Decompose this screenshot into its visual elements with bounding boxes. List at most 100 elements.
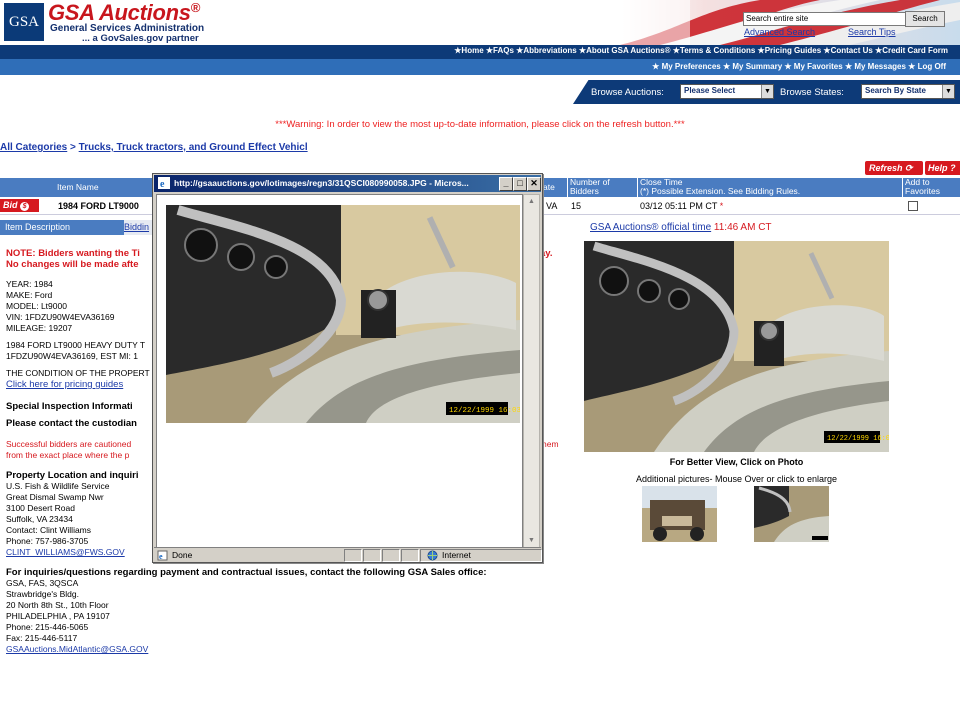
primary-nav: ★Home ★FAQs ★Abbreviations ★About GSA Au… [0, 45, 960, 59]
gsa-logo[interactable]: GSA [4, 3, 44, 41]
close-button[interactable]: ✕ [527, 177, 541, 191]
bid-icon: $ [20, 202, 30, 211]
row-item-name[interactable]: 1984 FORD LT9000 [58, 201, 139, 211]
add-to-favorites-checkbox[interactable] [908, 201, 918, 211]
row-close-mark: * [719, 201, 724, 211]
popup-photo-timestamp: 12/22/1999 16:03 [449, 407, 520, 415]
help-button[interactable]: Help ? [925, 161, 960, 175]
image-popup-window[interactable]: e http://gsaauctions.gov/lotimages/regn3… [152, 173, 543, 563]
refresh-button[interactable]: Refresh ⟳ [865, 161, 923, 175]
browse-auctions-label: Browse Auctions: [591, 87, 664, 98]
official-time: GSA Auctions® official time 11:46 AM CT [590, 222, 772, 233]
popup-truck-photo[interactable]: 12/22/1999 16:03 [166, 205, 520, 423]
better-view-caption: For Better View, Click on Photo [669, 457, 804, 467]
cautioned-line1: Successful bidders are cautioned [6, 439, 132, 449]
chevron-down-icon: ▼ [942, 85, 954, 98]
nav-link[interactable]: My Messages [854, 62, 908, 71]
popup-title: http://gsaauctions.gov/lotimages/regn3/3… [174, 178, 469, 188]
note-extension: NOTE: Bidders wanting the Ti [6, 248, 140, 259]
primary-nav-links: ★Home ★FAQs ★Abbreviations ★About GSA Au… [454, 46, 948, 55]
nav-link[interactable]: Home [461, 46, 485, 55]
sales-office-heading: For inquiries/questions regarding paymen… [6, 567, 487, 578]
row-close-time: 03/12 05:11 PM CT * [640, 201, 723, 211]
page-done-icon: e [157, 550, 168, 561]
svg-text:e: e [160, 179, 165, 189]
nav-separator-icon: ★ [844, 62, 855, 71]
refresh-warning: ***Warning: In order to view the most up… [275, 119, 685, 130]
condition-text: THE CONDITION OF THE PROPERT [6, 368, 150, 378]
official-time-link[interactable]: GSA Auctions® official time [590, 222, 711, 233]
cautioned-line1-tail: hem [542, 439, 559, 449]
nav-link[interactable]: Terms & Conditions [680, 46, 758, 55]
tab-item-description[interactable]: Item Description [0, 220, 127, 235]
thumbnail-truck-rear[interactable] [642, 486, 717, 542]
scroll-down-icon[interactable]: ▼ [524, 534, 539, 548]
spec-year: YEAR: 1984 [6, 279, 53, 289]
nav-link[interactable]: Contact Us [831, 46, 875, 55]
browse-auctions-select[interactable]: Please Select ▼ [680, 84, 774, 99]
site-header: GSA GSA Auctions® General Services Admin… [0, 0, 960, 45]
spec-make: MAKE: Ford [6, 290, 53, 300]
breadcrumb-all-categories[interactable]: All Categories [0, 142, 67, 153]
maximize-button[interactable]: □ [513, 177, 527, 191]
search-tips-link[interactable]: Search Tips [848, 27, 896, 37]
nav-link[interactable]: My Favorites [794, 62, 845, 71]
nav-link[interactable]: Log Off [918, 62, 946, 71]
photo-timestamp: 12/22/1999 16:03 [827, 435, 889, 443]
nav-link[interactable]: Pricing Guides [765, 46, 824, 55]
thumbnail-truck-interior[interactable] [754, 486, 829, 542]
minimize-button[interactable]: _ [499, 177, 513, 191]
refresh-label: Refresh [869, 163, 903, 173]
sales-office-line: PHILADELPHIA , PA 19107 [6, 611, 110, 621]
cautioned-line2: from the exact place where the p [6, 450, 130, 460]
location-line: Suffolk, VA 23434 [6, 514, 73, 524]
breadcrumb: All Categories > Trucks, Truck tractors,… [0, 142, 308, 153]
globe-icon [427, 550, 438, 561]
location-line: Contact: Clint Williams [6, 525, 92, 535]
bid-label: Bid [3, 200, 18, 210]
status-pane [401, 549, 419, 562]
scroll-up-icon[interactable]: ▲ [524, 195, 539, 209]
advanced-search-link[interactable]: Advanced Search [744, 27, 815, 37]
search-button[interactable]: Search [905, 11, 945, 27]
contact-email-link[interactable]: CLINT_WILLIAMS@FWS.GOV [6, 547, 125, 558]
help-icon: ? [950, 163, 956, 173]
main-truck-photo[interactable]: 12/22/1999 16:03 [584, 241, 889, 452]
refresh-icon: ⟳ [905, 163, 913, 173]
browse-states-select[interactable]: Search By State ▼ [861, 84, 955, 99]
nav-link[interactable]: My Summary [732, 62, 784, 71]
nav-separator-icon: ★ [722, 62, 733, 71]
breadcrumb-category[interactable]: Trucks, Truck tractors, and Ground Effec… [79, 142, 308, 153]
pricing-guides-link[interactable]: Click here for pricing guides [6, 379, 123, 390]
browse-states-value: Search By State [865, 86, 926, 95]
nav-separator-icon: ★ [757, 46, 765, 55]
sales-office-line: Fax: 215-446-5117 [6, 633, 78, 643]
spec-mileage: MILEAGE: 19207 [6, 323, 73, 333]
nav-link[interactable]: Credit Card Form [882, 46, 948, 55]
svg-text:e: e [159, 552, 163, 561]
note-changes: No changes will be made afte [6, 259, 139, 270]
custodian-text: Please contact the custodian [6, 418, 137, 429]
nav-link[interactable]: About GSA Auctions® [586, 46, 673, 55]
sales-office-line: 20 North 8th St., 10th Floor [6, 600, 109, 610]
popup-titlebar[interactable]: e http://gsaauctions.gov/lotimages/regn3… [154, 175, 541, 192]
brand-reg: ® [190, 0, 201, 15]
spec-model: MODEL: Lt9000 [6, 301, 67, 311]
sales-email-link[interactable]: GSAAuctions.MidAtlantic@GSA.GOV [6, 644, 148, 655]
th-close-time: Close Time (*) Possible Extension. See Bi… [637, 178, 902, 197]
bid-button[interactable]: Bid $ [0, 199, 39, 212]
nav-link[interactable]: Abbreviations [523, 46, 579, 55]
site-search-input[interactable]: Search entire site [743, 12, 907, 26]
nav-separator-icon: ★ [652, 62, 662, 71]
nav-link[interactable]: FAQs [493, 46, 516, 55]
help-label: Help [928, 163, 948, 173]
special-inspection-heading: Special Inspection Informati [6, 401, 133, 412]
location-line: 3100 Desert Road [6, 503, 75, 513]
sales-office-line: GSA, FAS, 3QSCA [6, 578, 79, 588]
status-pane [382, 549, 400, 562]
breadcrumb-separator: > [67, 142, 79, 153]
popup-scrollbar[interactable]: ▲ ▼ [523, 194, 540, 549]
location-line: Great Dismal Swamp Nwr [6, 492, 104, 502]
nav-link[interactable]: My Preferences [662, 62, 723, 71]
secondary-nav: ★ My Preferences ★ My Summary ★ My Favor… [0, 59, 960, 75]
